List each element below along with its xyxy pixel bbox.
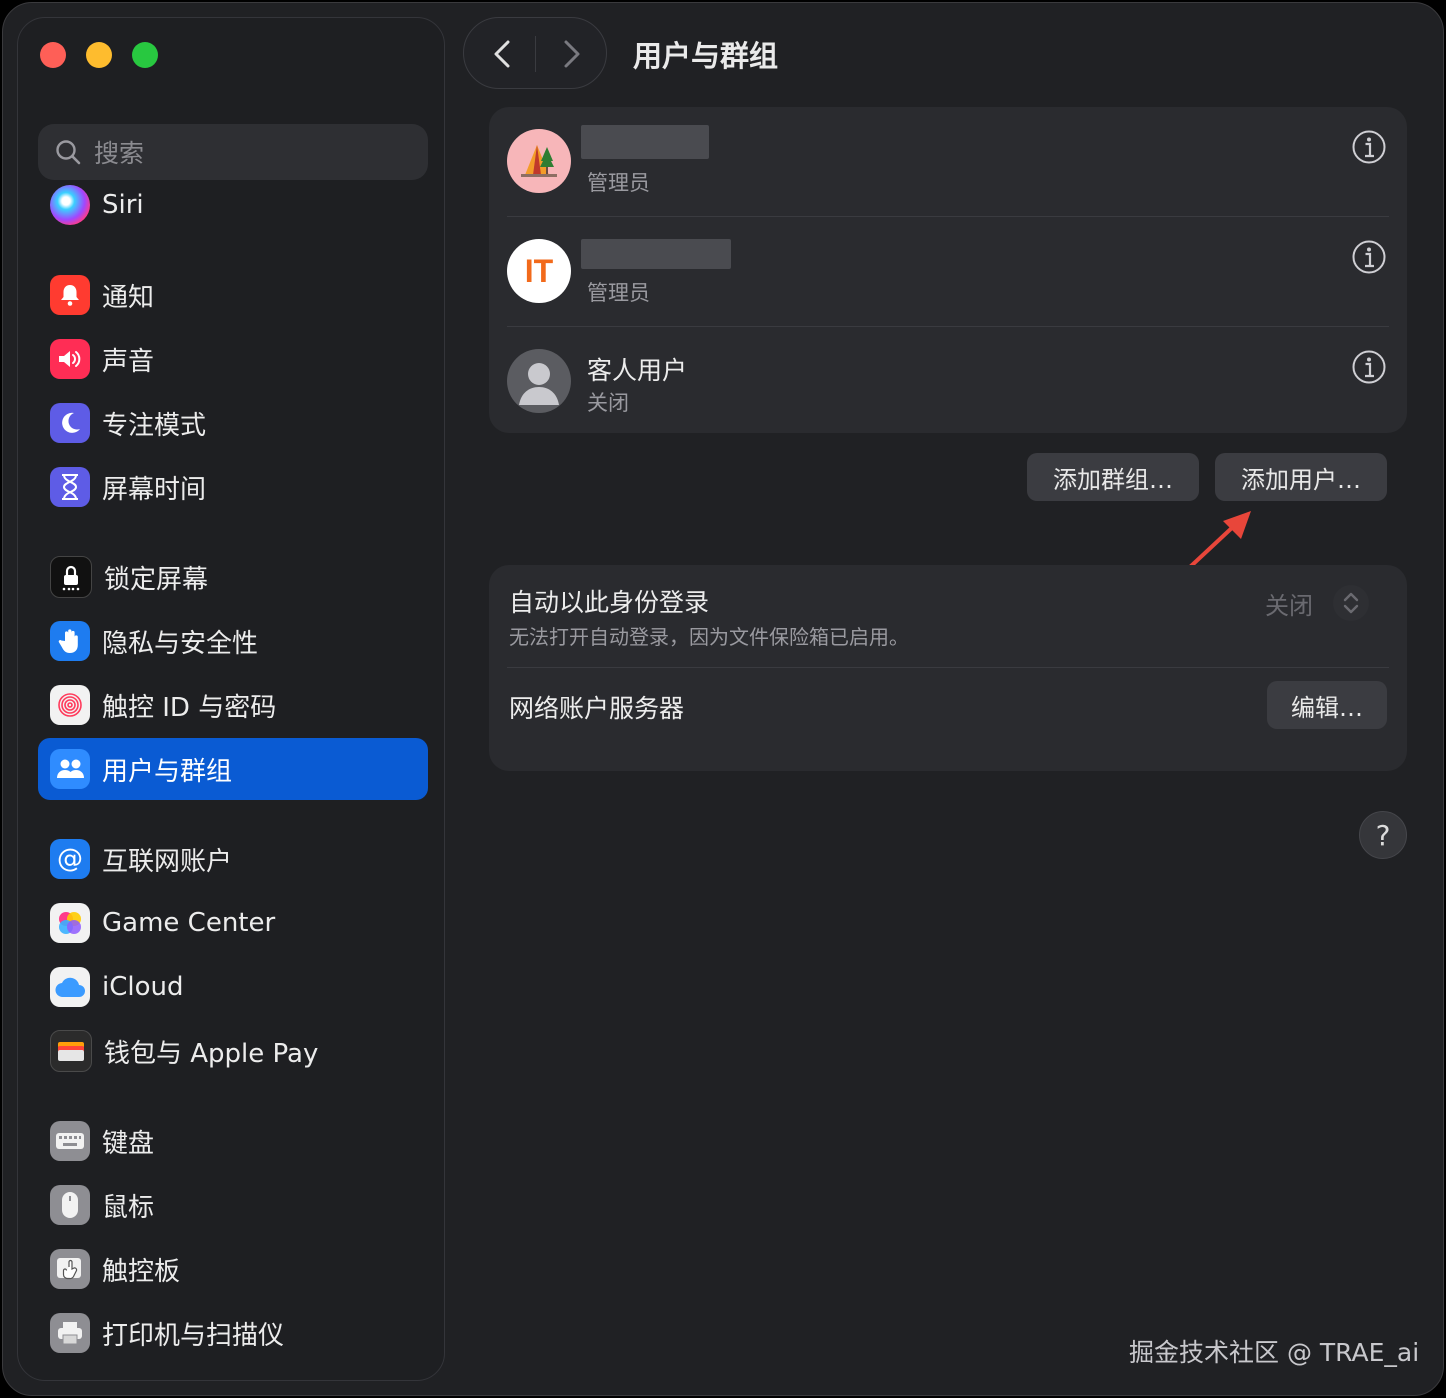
add-group-button[interactable]: 添加群组… [1027,453,1199,501]
info-icon[interactable] [1351,349,1387,385]
add-user-button[interactable]: 添加用户… [1215,453,1387,501]
sidebar-item-label: 用户与群组 [102,756,233,787]
search-icon [56,140,81,165]
close-window-button[interactable] [40,42,66,68]
sidebar-item-label: 触控板 [102,1256,181,1287]
fingerprint-icon [50,685,90,725]
user-row[interactable]: 管理员 [489,107,1407,217]
hand-icon [50,621,90,661]
help-button[interactable]: ? [1359,811,1407,859]
users-list: 管理员 IT 管理员 客人用户 关闭 [489,107,1407,433]
sidebar-item-wallet[interactable]: 钱包与 Apple Pay [38,1020,428,1082]
page-title: 用户与群组 [633,39,779,73]
user-row-guest[interactable]: 客人用户 关闭 [489,327,1407,437]
lock-screen-icon [50,556,92,598]
game-center-icon [50,903,90,943]
nav-divider [535,36,536,72]
network-server-title: 网络账户服务器 [509,694,685,723]
row-divider [507,667,1389,668]
info-icon[interactable] [1351,129,1387,165]
user-name: 客人用户 [587,356,688,385]
user-row[interactable]: IT 管理员 [489,217,1407,327]
auto-login-subtitle: 无法打开自动登录，因为文件保险箱已启用。 [509,625,909,649]
sidebar-item-label: 键盘 [102,1128,155,1159]
sidebar-item-mouse[interactable]: 鼠标 [38,1174,428,1236]
auto-login-select[interactable]: 关闭 [1265,583,1385,623]
avatar-text: IT [524,252,554,289]
zoom-window-button[interactable] [132,42,158,68]
search-placeholder: 搜索 [94,139,145,168]
sidebar-item-label: 鼠标 [102,1192,155,1223]
sidebar-item-label: Game Center [102,908,276,938]
sidebar-item-touch-id[interactable]: 触控 ID 与密码 [38,674,428,736]
chevron-left-icon[interactable] [486,36,522,72]
user-status: 关闭 [587,391,629,415]
sidebar-item-label: 互联网账户 [102,846,233,877]
moon-icon [50,403,90,443]
notifications-icon [50,275,90,315]
redacted-username [581,239,731,269]
chevron-right-icon[interactable] [552,36,588,72]
chevron-up-down-icon [1333,585,1369,621]
sidebar-item-notifications[interactable]: 通知 [38,264,428,326]
sidebar-item-privacy[interactable]: 隐私与安全性 [38,610,428,672]
auto-login-title: 自动以此身份登录 [509,588,710,617]
sidebar-item-internet-accounts[interactable]: @ 互联网账户 [38,828,428,890]
sidebar-item-trackpad[interactable]: 触控板 [38,1238,428,1300]
hourglass-icon [50,467,90,507]
sidebar-item-label: 屏幕时间 [102,474,207,505]
sidebar-item-lock-screen[interactable]: 锁定屏幕 [38,546,428,608]
search-input[interactable]: 搜索 [38,124,428,180]
sidebar-item-label: 声音 [102,346,155,377]
edit-button[interactable]: 编辑… [1267,681,1387,729]
sidebar-item-label: 通知 [102,282,155,313]
trackpad-icon [50,1249,90,1289]
redacted-username [581,125,709,159]
user-role: 管理员 [587,281,650,305]
watermark-text: 掘金技术社区 @ TRAE_ai [1129,1338,1420,1367]
sidebar-item-keyboard[interactable]: 键盘 [38,1110,428,1172]
sidebar: 搜索 Siri 通知 声音 专注模式 屏幕时间 锁定屏幕 隐私与安全性 触控 I… [17,17,445,1381]
sidebar-item-label: 锁定屏幕 [104,564,209,595]
sidebar-item-printers[interactable]: 打印机与扫描仪 [38,1302,428,1364]
sidebar-item-label: 钱包与 Apple Pay [104,1038,319,1069]
mouse-icon [50,1185,90,1225]
sidebar-item-icloud[interactable]: iCloud [38,956,428,1018]
sidebar-item-sound[interactable]: 声音 [38,328,428,390]
navigation-buttons [463,17,607,89]
sidebar-item-label: Siri [102,190,144,220]
camping-tent-avatar [507,129,571,193]
guest-avatar [507,349,571,413]
users-icon [50,749,90,789]
printer-icon [50,1313,90,1353]
sidebar-item-siri[interactable]: Siri [38,174,428,236]
sidebar-item-focus[interactable]: 专注模式 [38,392,428,454]
sidebar-item-label: 专注模式 [102,410,207,441]
sidebar-item-label: 隐私与安全性 [102,628,259,659]
sidebar-item-screen-time[interactable]: 屏幕时间 [38,456,428,518]
minimize-window-button[interactable] [86,42,112,68]
it-logo-avatar: IT [507,239,571,303]
auto-login-value: 关闭 [1265,591,1313,620]
info-icon[interactable] [1351,239,1387,275]
settings-window: 搜索 Siri 通知 声音 专注模式 屏幕时间 锁定屏幕 隐私与安全性 触控 I… [2,2,1444,1396]
at-icon: @ [50,839,90,879]
sidebar-item-label: 触控 ID 与密码 [102,692,277,723]
cloud-icon [50,967,90,1007]
siri-icon [50,185,90,225]
user-role: 管理员 [587,171,650,195]
sidebar-item-label: iCloud [102,972,184,1002]
sidebar-item-users-groups[interactable]: 用户与群组 [38,738,428,800]
wallet-icon [50,1030,92,1072]
login-settings: 自动以此身份登录 无法打开自动登录，因为文件保险箱已启用。 关闭 网络账户服务器… [489,565,1407,771]
sidebar-item-label: 打印机与扫描仪 [102,1320,285,1351]
sound-icon [50,339,90,379]
sidebar-item-game-center[interactable]: Game Center [38,892,428,954]
keyboard-icon [50,1121,90,1161]
